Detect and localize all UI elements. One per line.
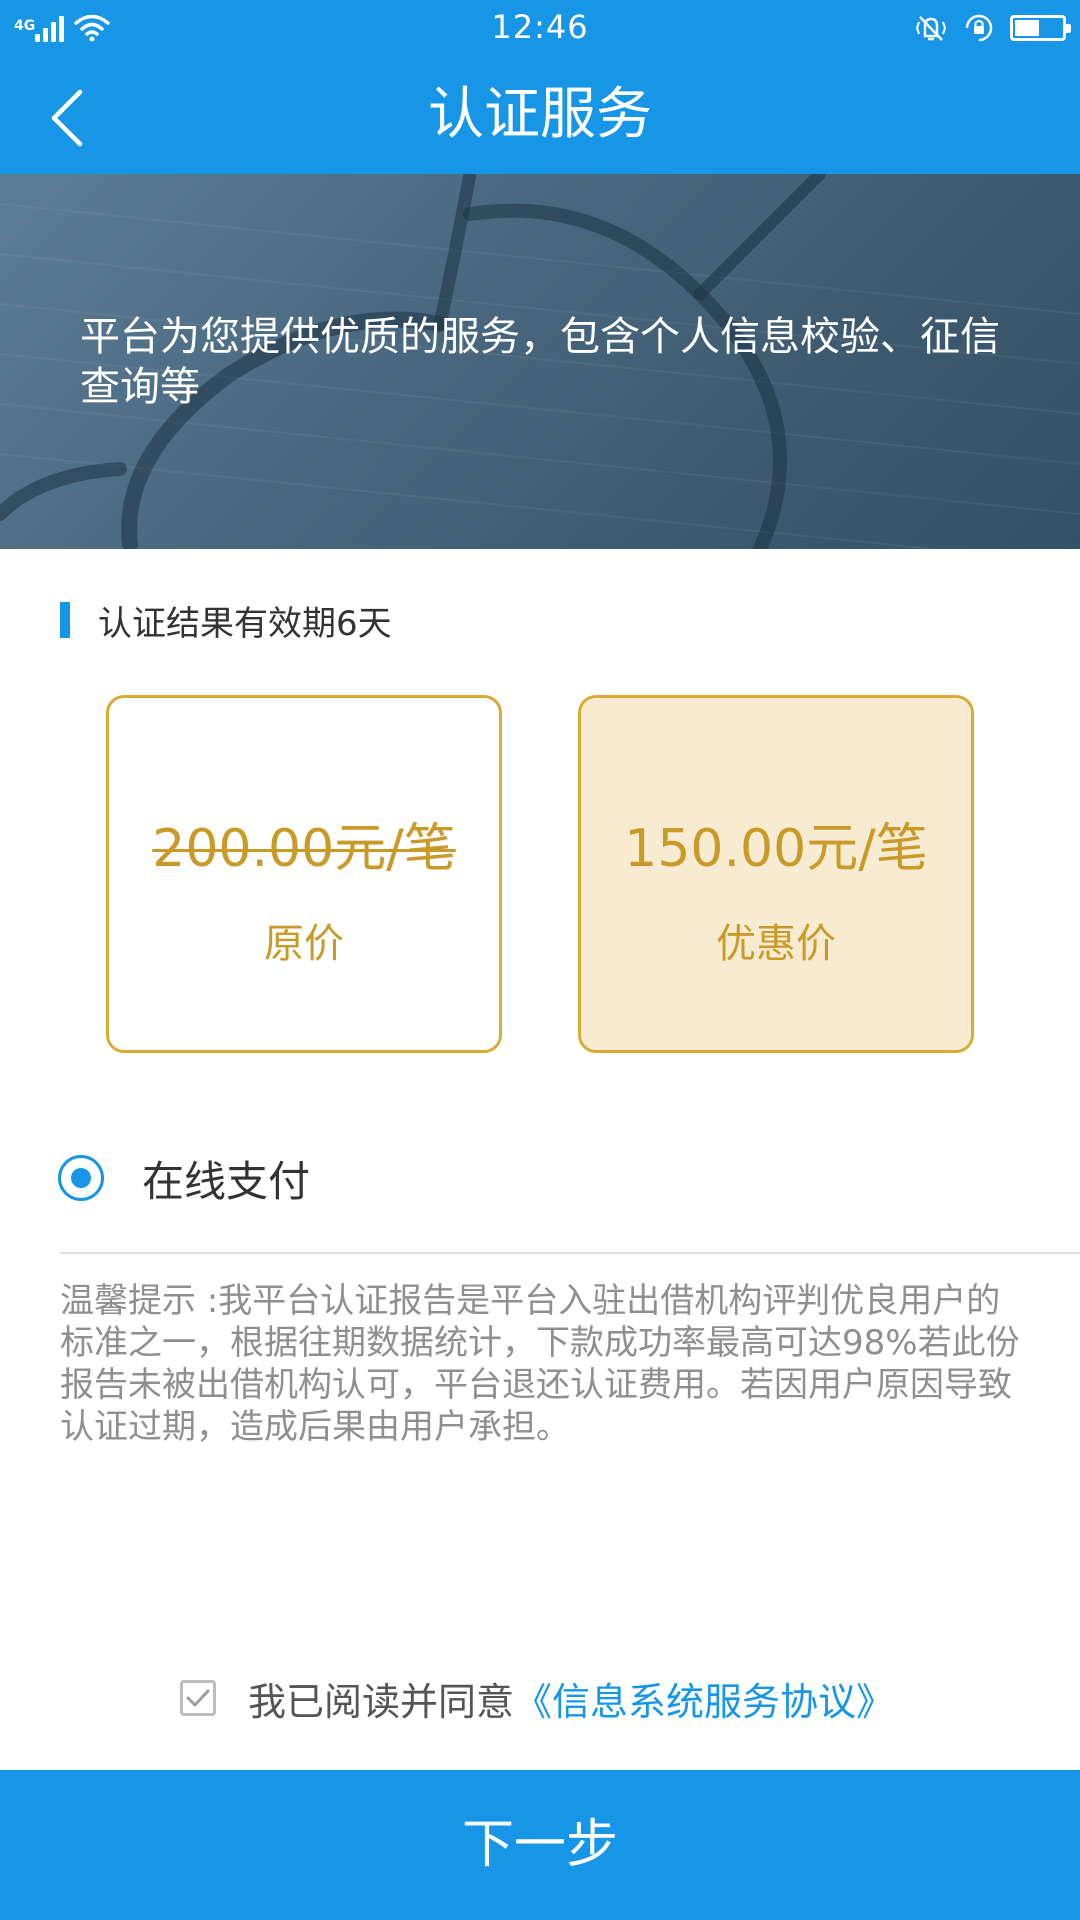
online-payment-option[interactable]: 在线支付 bbox=[58, 1148, 310, 1208]
payment-label: 在线支付 bbox=[142, 1156, 311, 1206]
banner: 平台为您提供优质的服务，包含个人信息校验、征信查询等 bbox=[0, 174, 1080, 549]
next-step-button[interactable]: 下一步 bbox=[0, 1770, 1080, 1920]
original-price-value: 200.00元/笔 bbox=[152, 819, 456, 879]
battery-level bbox=[1015, 20, 1039, 36]
status-bar: 4G 12:46 bbox=[0, 0, 1080, 56]
original-price-label: 原价 bbox=[264, 921, 344, 967]
page-title: 认证服务 bbox=[428, 82, 652, 147]
app-header: 认证服务 bbox=[0, 56, 1080, 174]
agreement-text: 我已阅读并同意 bbox=[248, 1679, 515, 1724]
status-right bbox=[914, 10, 1071, 46]
vibrate-mute-icon bbox=[915, 16, 947, 41]
check-icon bbox=[186, 1689, 210, 1707]
divider bbox=[60, 1252, 1080, 1254]
heading-accent-bar bbox=[60, 602, 70, 638]
discount-price-value: 150.00元/笔 bbox=[624, 819, 928, 879]
agreement-row: 我已阅读并同意 《信息系统服务协议》 bbox=[180, 1670, 894, 1726]
validity-heading: 认证结果有效期6天 bbox=[60, 600, 392, 644]
original-price-card[interactable]: 200.00元/笔 原价 bbox=[106, 695, 502, 1053]
discount-price-card[interactable]: 150.00元/笔 优惠价 bbox=[578, 695, 974, 1053]
payment-radio-button[interactable] bbox=[58, 1155, 104, 1201]
battery-icon bbox=[1010, 15, 1071, 41]
chevron-left-icon bbox=[51, 89, 83, 147]
discount-price-label: 优惠价 bbox=[716, 921, 836, 967]
tip-text: 温馨提示 :我平台认证报告是平台入驻出借机构评判优良用户的标准之一，根据往期数据… bbox=[60, 1281, 1020, 1447]
back-button[interactable] bbox=[40, 80, 110, 150]
validity-text: 认证结果有效期6天 bbox=[98, 603, 392, 644]
rotation-lock-icon bbox=[965, 14, 993, 42]
agreement-checkbox[interactable] bbox=[180, 1680, 216, 1716]
banner-text: 平台为您提供优质的服务，包含个人信息校验、征信查询等 bbox=[80, 314, 1000, 410]
agreement-link[interactable]: 《信息系统服务协议》 bbox=[514, 1671, 894, 1726]
